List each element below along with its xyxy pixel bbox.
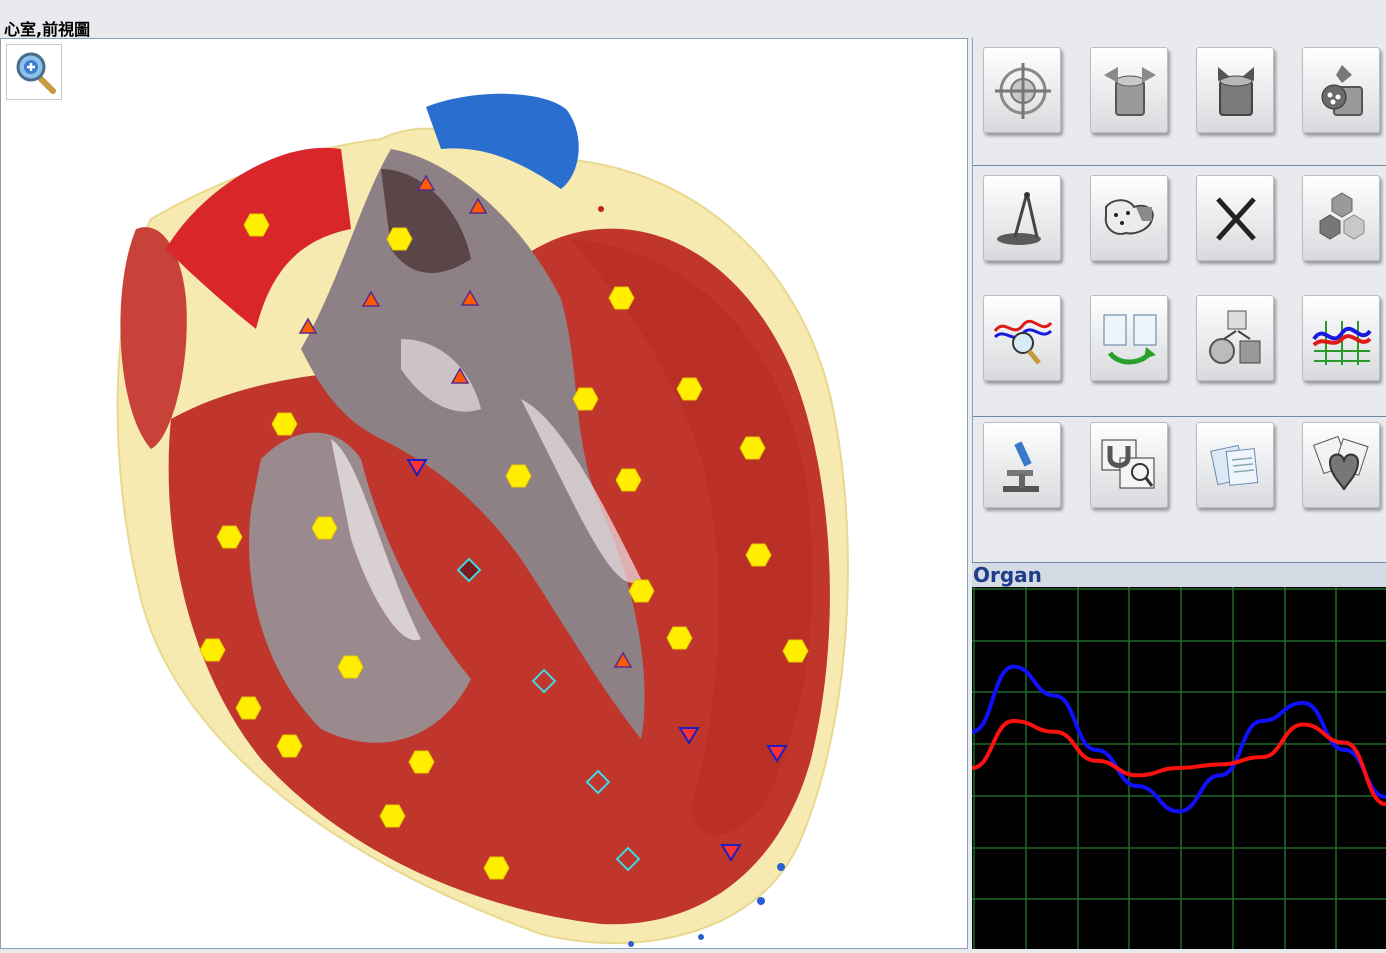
organ-collapse-button[interactable] (1196, 47, 1274, 133)
heart-organ-button[interactable] (1302, 422, 1380, 508)
organ-expand-button[interactable] (1090, 47, 1168, 133)
organ-exchange-icon (1209, 310, 1261, 364)
crosshair-target-button[interactable] (983, 47, 1061, 133)
magnet-zoom-icon (1101, 439, 1155, 489)
compass-measure-icon (997, 192, 1041, 245)
organ-parts-button[interactable] (1302, 47, 1380, 133)
window-title: 心室,前視圖 (4, 20, 91, 39)
microscope-button[interactable] (983, 422, 1061, 508)
heart-viewer[interactable] (0, 38, 968, 949)
compass-measure-button[interactable] (983, 175, 1061, 261)
toolbar-group-2 (973, 165, 1386, 417)
crosshair-target-icon (995, 63, 1051, 119)
compare-docs-button[interactable] (1090, 295, 1168, 381)
documents-button[interactable] (1196, 422, 1274, 508)
zoom-button[interactable] (6, 44, 62, 100)
organ-panel-label: Organ (972, 562, 1386, 587)
heart-organ-icon (1313, 436, 1369, 491)
region-map-button[interactable] (1090, 175, 1168, 261)
hexagon-cells-icon (1319, 192, 1365, 240)
magnet-zoom-button[interactable] (1090, 422, 1168, 508)
waveform-zoom-button[interactable] (983, 295, 1061, 381)
close-x-button[interactable] (1196, 175, 1274, 261)
organ-parts-icon (1321, 65, 1363, 116)
organ-chart-svg (971, 587, 1386, 952)
compare-docs-icon (1103, 314, 1157, 365)
close-x-icon (1216, 197, 1256, 241)
series-line-1 (971, 718, 1386, 807)
series-line-0 (971, 664, 1386, 814)
microscope-icon (1003, 441, 1039, 492)
organ-collapse-icon (1218, 67, 1254, 116)
toolbar-group-3 (973, 416, 1386, 563)
spectrum-chart-icon (1312, 321, 1372, 365)
organ-expand-icon (1104, 67, 1156, 116)
zoom-in-icon (16, 52, 56, 94)
heart-illustration[interactable] (1, 39, 967, 948)
organ-panel: Organ (971, 562, 1386, 952)
spectrum-chart-button[interactable] (1302, 295, 1380, 381)
organ-exchange-button[interactable] (1196, 295, 1274, 381)
region-map-icon (1104, 199, 1154, 235)
tool-palette (972, 38, 1386, 563)
hexagon-cells-button[interactable] (1302, 175, 1380, 261)
toolbar-group-1 (973, 38, 1386, 166)
organ-waveform-chart (971, 587, 1386, 952)
documents-icon (1210, 444, 1259, 486)
waveform-zoom-icon (993, 319, 1053, 365)
